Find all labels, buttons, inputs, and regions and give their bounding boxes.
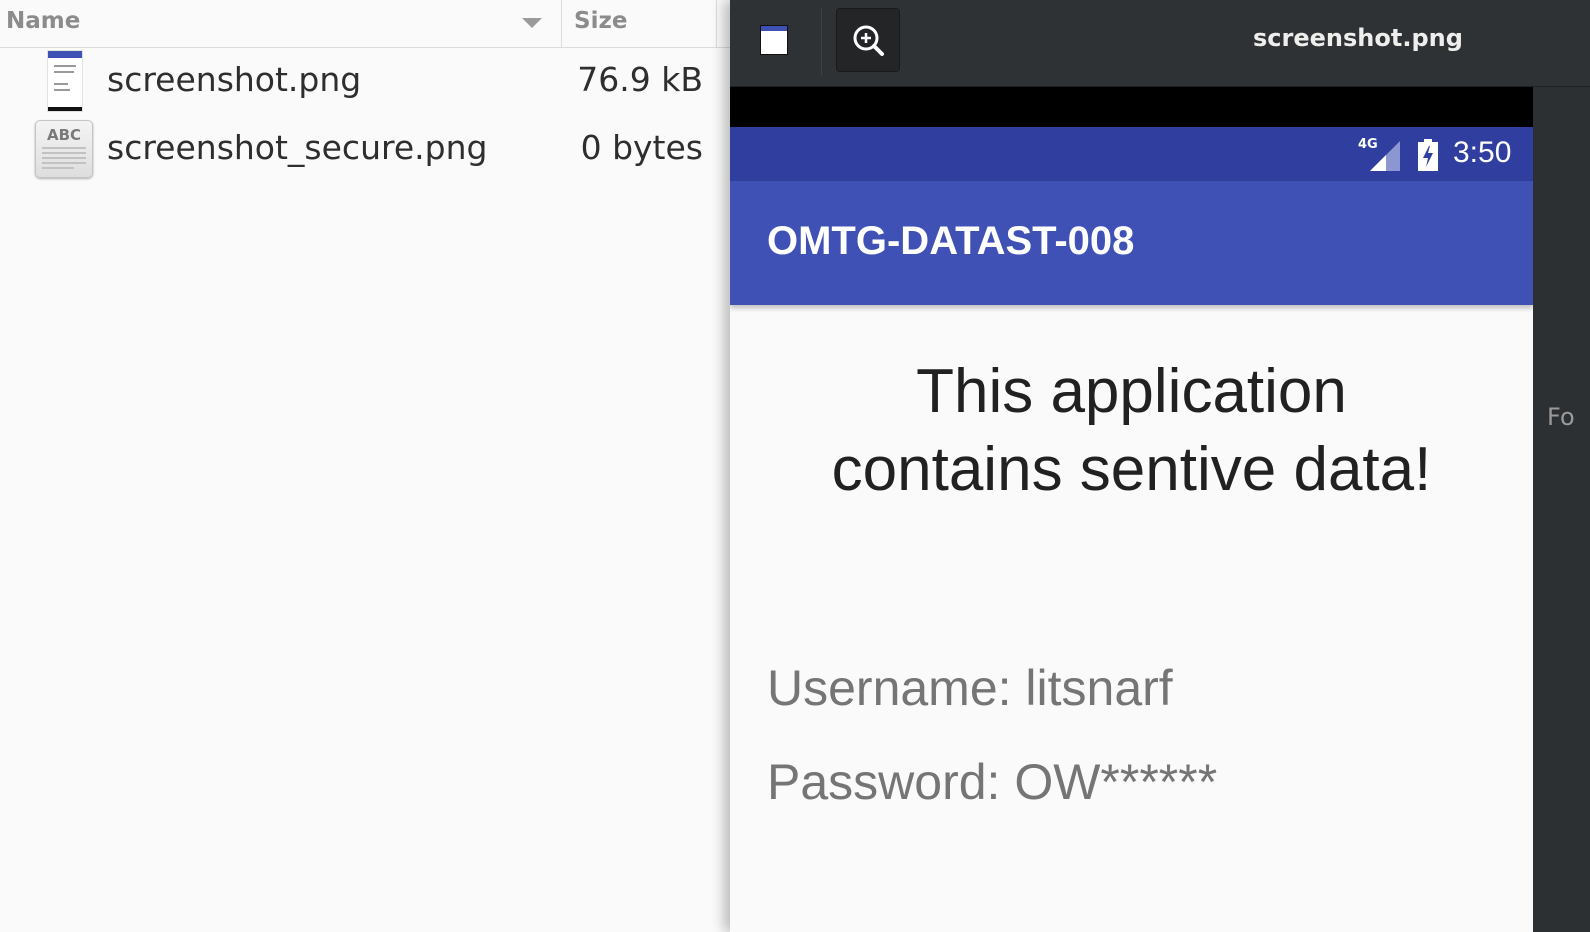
viewer-title: screenshot.png: [1253, 24, 1463, 52]
file-list-header: Name Size: [0, 0, 730, 48]
column-divider: [561, 0, 562, 47]
image-canvas[interactable]: 4G 3:50 OMTG-DATAST-008 This application…: [730, 87, 1590, 932]
password-text: Password: OW******: [767, 754, 1218, 810]
column-divider: [716, 0, 717, 47]
column-header-name[interactable]: Name: [6, 8, 80, 34]
adjacent-window-text: Fo: [1547, 403, 1575, 431]
phone-top-bezel: [730, 87, 1533, 127]
username-text: Username: litsnarf: [767, 660, 1173, 716]
toolbar-divider: [821, 8, 822, 76]
file-row-screenshot-secure[interactable]: ABC screenshot_secure.png 0 bytes: [0, 116, 730, 182]
app-toolbar: OMTG-DATAST-008: [730, 181, 1533, 305]
android-status-bar: 4G 3:50: [730, 127, 1533, 181]
headline-line: contains sentive data!: [831, 435, 1432, 504]
gallery-icon[interactable]: [758, 22, 792, 56]
file-manager: Name Size screenshot.png 76.9 kB ABC scr…: [0, 0, 730, 932]
image-thumbnail-icon: [47, 50, 83, 112]
headline-line: This application: [916, 357, 1347, 426]
file-size: 0 bytes: [580, 128, 703, 167]
warning-headline: This application contains sentive data!: [760, 353, 1503, 509]
zoom-in-icon: [853, 25, 884, 56]
viewer-toolbar: screenshot.png: [730, 0, 1590, 87]
file-name: screenshot_secure.png: [107, 128, 488, 167]
text-file-icon-label: ABC: [46, 126, 82, 144]
file-row-screenshot[interactable]: screenshot.png 76.9 kB: [0, 48, 730, 114]
app-title: OMTG-DATAST-008: [767, 219, 1135, 263]
signal-icon: [1370, 141, 1400, 171]
battery-charging-icon: [1418, 139, 1438, 171]
status-time: 3:50: [1453, 136, 1512, 169]
column-header-size[interactable]: Size: [574, 8, 627, 34]
image-viewer-window: screenshot.png 4G 3:50 OMTG-DATAST-008 T…: [730, 0, 1590, 932]
displayed-screenshot: 4G 3:50 OMTG-DATAST-008 This application…: [730, 87, 1533, 932]
adjacent-window-edge: Fo: [1535, 87, 1590, 932]
zoom-button[interactable]: [836, 8, 900, 72]
file-name: screenshot.png: [107, 60, 362, 99]
text-file-icon: ABC: [35, 120, 93, 178]
file-size: 76.9 kB: [577, 60, 703, 99]
sort-descending-icon[interactable]: [522, 18, 542, 28]
